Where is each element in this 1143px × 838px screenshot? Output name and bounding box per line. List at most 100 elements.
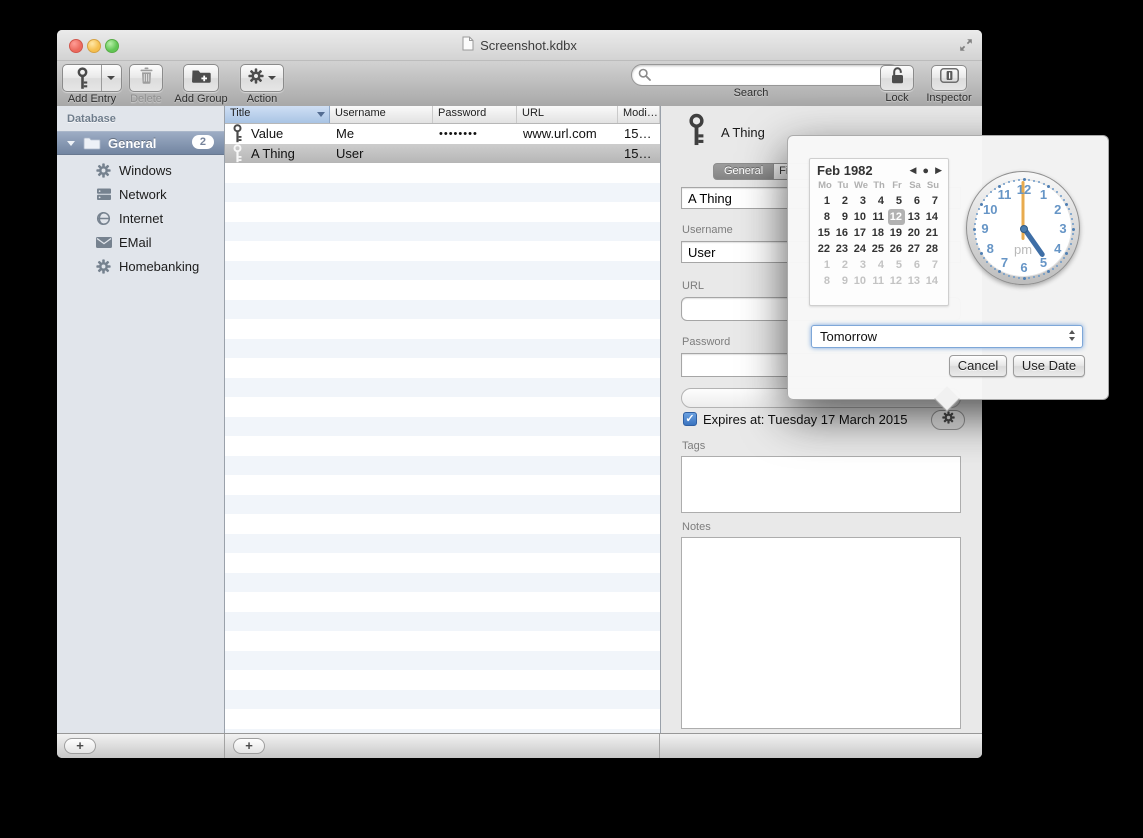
sidebar-item-homebanking[interactable]: Homebanking [57,254,224,278]
column-header-2[interactable]: Password [433,106,517,123]
calendar-today-icon[interactable]: ● [922,165,929,177]
add-entry-dropdown[interactable] [101,65,121,91]
sidebar-item-network[interactable]: Network [57,182,224,206]
clock-numeral: 7 [996,255,1014,271]
use-date-button[interactable]: Use Date [1013,355,1085,377]
calendar-day[interactable]: 1 [816,257,833,273]
search-input[interactable] [631,64,901,86]
table-empty-row [225,417,660,437]
clock-tick [1056,265,1058,267]
table-empty-row [225,163,660,183]
calendar-day[interactable]: 12 [888,209,905,225]
lock-button[interactable] [880,65,914,91]
sidebar-item-email[interactable]: EMail [57,230,224,254]
calendar-day[interactable]: 4 [870,257,887,273]
cancel-button[interactable]: Cancel [949,355,1007,377]
table-row[interactable]: A ThingUser15… [225,144,660,164]
calendar-day[interactable]: 9 [834,209,851,225]
calendar-day[interactable]: 14 [924,273,941,289]
calendar-day[interactable]: 9 [834,273,851,289]
table-row[interactable]: ValueMe••••••••www.url.com15… [225,124,660,144]
add-entry-plus-button[interactable]: + [233,738,265,754]
expires-checkbox[interactable]: ✓ [683,412,697,426]
calendar-day[interactable]: 1 [816,193,833,209]
table-empty-row [225,592,660,612]
table-empty-row [225,612,660,632]
sidebar-item-windows[interactable]: Windows [57,158,224,182]
calendar-day[interactable]: 7 [924,193,941,209]
calendar-day[interactable]: 2 [834,257,851,273]
table-empty-row [225,358,660,378]
calendar-day[interactable]: 8 [816,209,833,225]
sidebar-item-internet[interactable]: Internet [57,206,224,230]
calendar-day[interactable]: 3 [852,257,869,273]
action-button[interactable] [240,64,284,92]
clock-tick [1070,213,1072,215]
sidebar-item-general[interactable]: General 2 [57,131,224,155]
column-header-4[interactable]: Modi… [618,106,660,123]
table-empty-row [225,378,660,398]
clock-tick [998,270,1001,273]
delete-button[interactable] [129,64,163,92]
calendar-day[interactable]: 4 [870,193,887,209]
column-header-1[interactable]: Username [330,106,433,123]
clock-tick [1038,275,1040,277]
document-proxy-icon[interactable] [462,36,474,54]
calendar-day[interactable]: 15 [816,225,833,241]
calendar-day[interactable]: 17 [852,225,869,241]
calendar-prev-icon[interactable]: ◀ [910,165,917,176]
calendar-day[interactable]: 12 [888,273,905,289]
calendar-day[interactable]: 13 [906,273,923,289]
fullscreen-icon[interactable] [958,37,974,53]
calendar-day[interactable]: 8 [816,273,833,289]
add-entry-button[interactable] [62,64,122,92]
notes-field[interactable] [681,537,961,729]
calendar-day[interactable]: 23 [834,241,851,257]
calendar-day[interactable]: 27 [906,241,923,257]
calendar-day[interactable]: 20 [906,225,923,241]
calendar-weekday: Th [870,180,888,191]
calendar-weekday: Sa [906,180,924,191]
calendar-day[interactable]: 22 [816,241,833,257]
calendar-day[interactable]: 14 [924,209,941,225]
calendar-day[interactable]: 10 [852,273,869,289]
column-header-3[interactable]: URL [517,106,618,123]
calendar-day[interactable]: 13 [906,209,923,225]
calendar-day[interactable]: 11 [870,209,887,225]
analog-clock[interactable]: pm 123456789101112 [966,171,1080,285]
expiry-preset-select[interactable]: Tomorrow [811,325,1083,348]
clock-tick [1013,180,1015,182]
calendar-day[interactable]: 7 [924,257,941,273]
calendar-day[interactable]: 11 [870,273,887,289]
add-group-button[interactable] [183,64,219,92]
calendar-next-icon[interactable]: ▶ [935,165,942,176]
add-group-plus-button[interactable]: + [64,738,96,754]
table-empty-row [225,690,660,710]
title-bar[interactable]: Screenshot.kdbx [57,30,982,61]
calendar-day[interactable]: 26 [888,241,905,257]
calendar-day[interactable]: 21 [924,225,941,241]
calendar-day[interactable]: 16 [834,225,851,241]
lock-icon [889,66,906,90]
expires-options-button[interactable] [931,410,965,430]
calendar-day[interactable]: 6 [906,257,923,273]
calendar-day[interactable]: 5 [888,257,905,273]
calendar-day[interactable]: 5 [888,193,905,209]
disclosure-triangle-icon[interactable] [67,141,75,146]
clock-tick [1047,185,1050,188]
calendar-day[interactable]: 10 [852,209,869,225]
calendar-day[interactable]: 28 [924,241,941,257]
calendar-day[interactable]: 2 [834,193,851,209]
calendar-day[interactable]: 19 [888,225,905,241]
tab-general[interactable]: General [713,163,774,180]
globe-icon [95,211,112,226]
calendar-day[interactable]: 24 [852,241,869,257]
calendar-day[interactable]: 6 [906,193,923,209]
calendar-weekday: Mo [816,180,834,191]
inspector-button[interactable] [931,65,967,91]
calendar-day[interactable]: 3 [852,193,869,209]
column-header-0[interactable]: Title [225,106,330,123]
calendar-day[interactable]: 25 [870,241,887,257]
calendar-day[interactable]: 18 [870,225,887,241]
tags-field[interactable] [681,456,961,513]
